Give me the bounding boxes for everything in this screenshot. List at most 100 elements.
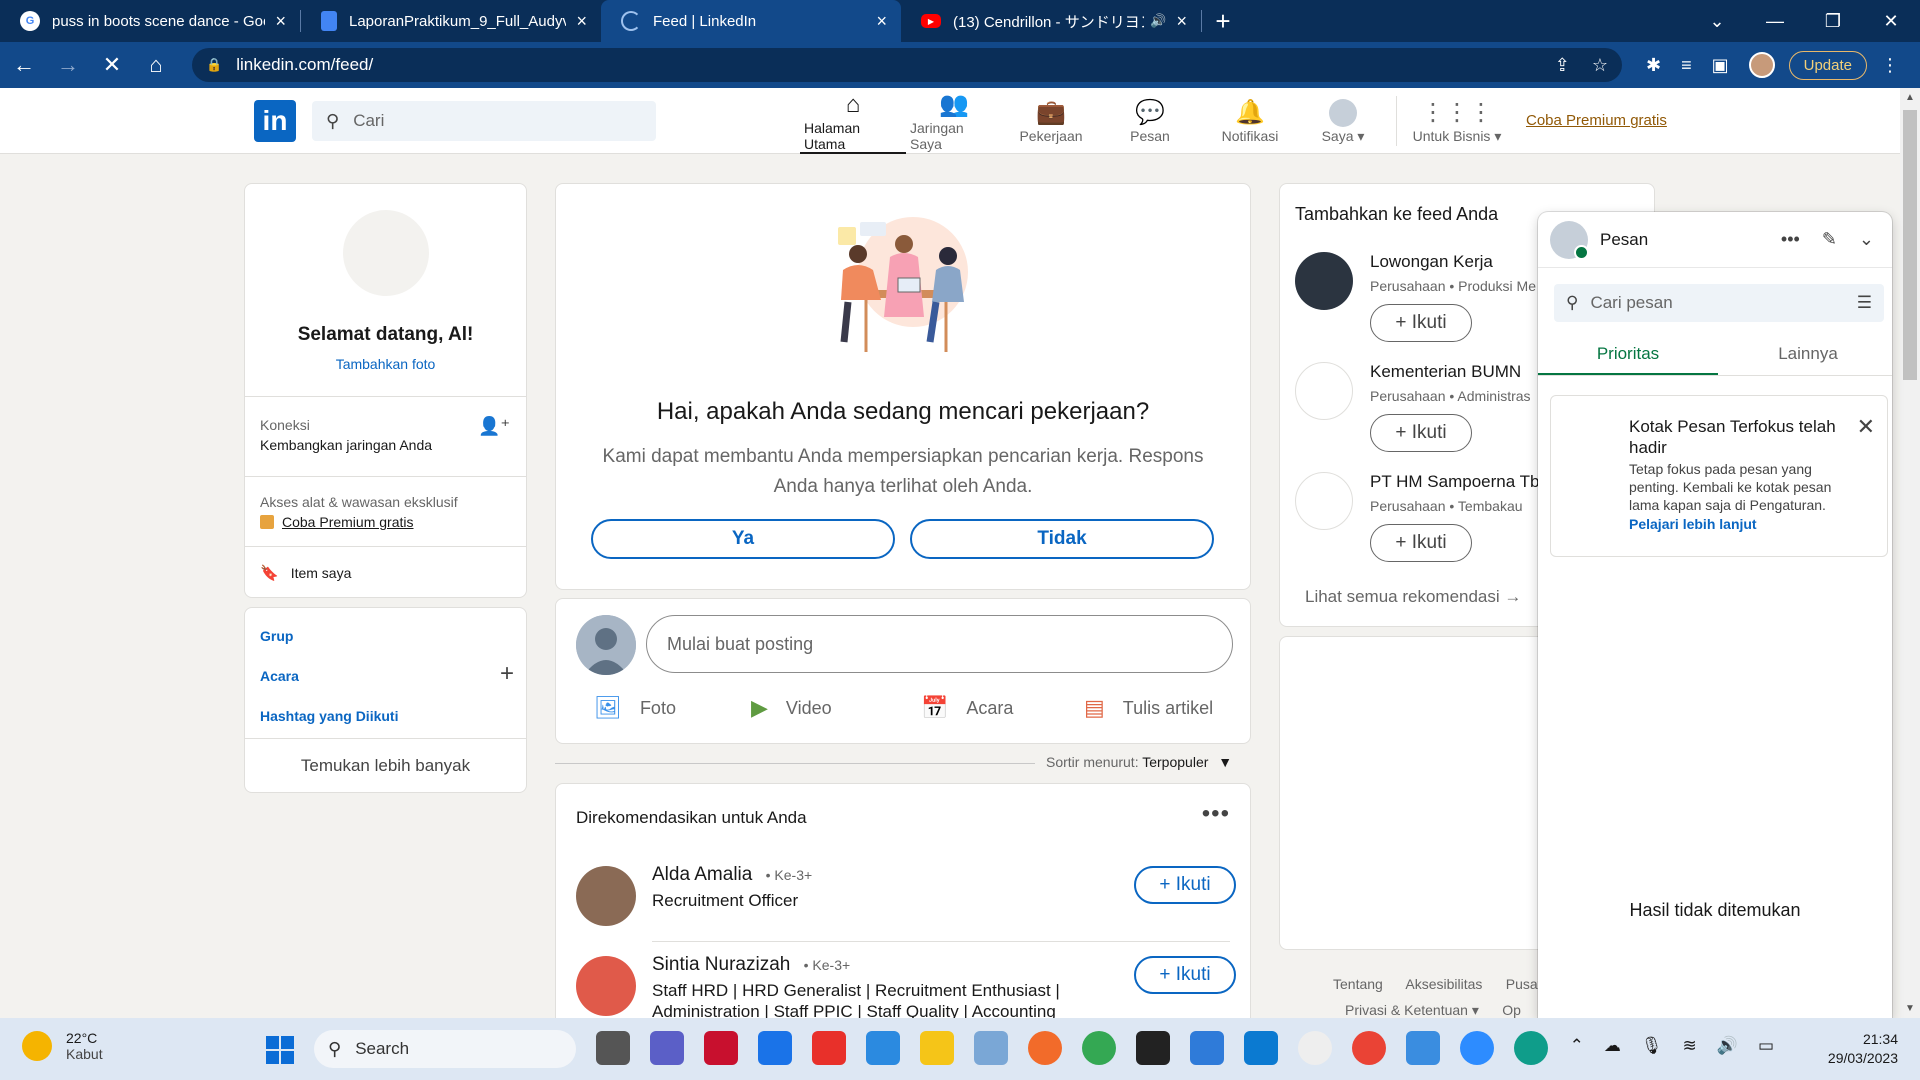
nav-jobs[interactable]: 💼 Pekerjaan	[1002, 88, 1100, 154]
scrollbar-thumb[interactable]	[1903, 110, 1917, 380]
app-blue-icon[interactable]	[866, 1031, 900, 1065]
profile-avatar-icon[interactable]	[1748, 52, 1775, 78]
forward-icon[interactable]: →	[48, 45, 88, 85]
person-avatar[interactable]	[576, 866, 636, 926]
chevron-down-icon[interactable]: ⌄	[1859, 229, 1874, 250]
follow-button[interactable]: + Ikuti	[1370, 304, 1472, 342]
start-button[interactable]	[266, 1036, 294, 1064]
photo-button[interactable]: 🖼 Foto	[594, 695, 676, 721]
home-icon[interactable]: ⌂	[136, 45, 176, 85]
microphone-icon[interactable]: 🎙	[1641, 1036, 1663, 1056]
network-warning-icon[interactable]: ☁	[1604, 1036, 1621, 1056]
write-article-button[interactable]: ▤ Tulis artikel	[1084, 695, 1213, 721]
update-button[interactable]: Update	[1788, 50, 1867, 80]
scroll-up-icon[interactable]: ▲	[1900, 92, 1920, 103]
nav-for-business[interactable]: ⋮⋮⋮ Untuk Bisnis ▾	[1407, 88, 1507, 154]
tab-search-icon[interactable]: ⌄	[1688, 11, 1746, 32]
linkedin-search-input[interactable]: ⚲ Cari	[312, 101, 656, 141]
close-window-icon[interactable]: ✕	[1862, 11, 1920, 32]
follow-button[interactable]: + Ikuti	[1370, 524, 1472, 562]
nav-home[interactable]: ⌂ Halaman Utama	[800, 88, 906, 154]
sort-dropdown[interactable]: Sortir menurut: Terpopuler ▼	[1046, 754, 1232, 770]
chrome-menu-icon[interactable]: ⋮	[1881, 55, 1899, 76]
back-icon[interactable]: ←	[4, 45, 44, 85]
tab-docs[interactable]: LaporanPraktikum_9_Full_Audyva ×	[301, 0, 601, 42]
tab-other[interactable]: Lainnya	[1718, 336, 1898, 372]
share-icon[interactable]: ⇪	[1555, 55, 1570, 76]
weather-widget[interactable]: 22°C Kabut	[22, 1030, 103, 1062]
compose-icon[interactable]: ✎	[1822, 229, 1837, 250]
minimize-icon[interactable]: —	[1746, 11, 1804, 32]
wifi-icon[interactable]: ≋	[1683, 1036, 1697, 1056]
premium-try-link[interactable]: Coba Premium gratis	[282, 514, 414, 530]
app-hex-icon[interactable]	[974, 1031, 1008, 1065]
vscode-icon[interactable]	[1244, 1031, 1278, 1065]
nav-notifications[interactable]: 🔔 Notifikasi	[1200, 88, 1300, 154]
user-avatar[interactable]	[576, 615, 636, 675]
discover-more-link[interactable]: Temukan lebih banyak	[245, 756, 526, 776]
welcome-text[interactable]: Selamat datang, Al!	[245, 324, 526, 346]
nav-me[interactable]: Saya ▾	[1300, 88, 1386, 154]
video-button[interactable]: ▶ Video	[751, 695, 832, 721]
notepad-icon[interactable]	[1406, 1031, 1440, 1065]
store-icon[interactable]	[758, 1031, 792, 1065]
clock[interactable]: 21:34 29/03/2023	[1828, 1030, 1898, 1068]
file-explorer-icon[interactable]	[920, 1031, 954, 1065]
close-tab-icon[interactable]: ×	[1176, 11, 1187, 32]
org-logo[interactable]	[1295, 362, 1353, 420]
learn-more-link[interactable]: Pelajari lebih lanjut	[1629, 516, 1757, 532]
start-post-input[interactable]: Mulai buat posting	[646, 615, 1233, 673]
chrome-icon[interactable]	[1082, 1031, 1116, 1065]
more-options-icon[interactable]: •••	[1202, 800, 1230, 828]
footer-row[interactable]: Tentang Aksesibilitas Pusat	[1333, 976, 1542, 992]
volume-icon[interactable]: 🔊	[1717, 1036, 1738, 1056]
extensions-icon[interactable]: ✱	[1646, 55, 1661, 76]
nav-messaging[interactable]: 💬 Pesan	[1100, 88, 1200, 154]
jetbrains-icon[interactable]	[1136, 1031, 1170, 1065]
connections-label[interactable]: Koneksi	[260, 417, 310, 433]
person-name[interactable]: Alda Amalia • Ke-3+	[652, 864, 812, 886]
add-event-icon[interactable]: +	[500, 660, 514, 688]
premium-link[interactable]: Coba Premium gratis	[1526, 112, 1667, 129]
media-control-icon[interactable]: ≡	[1681, 55, 1692, 76]
page-scrollbar[interactable]: ▲ ▼	[1900, 88, 1920, 1018]
no-button[interactable]: Tidak	[910, 519, 1214, 559]
linkedin-logo-icon[interactable]: in	[254, 100, 296, 142]
tab-priority[interactable]: Prioritas	[1538, 336, 1718, 376]
new-tab-button[interactable]: +	[1202, 0, 1244, 42]
org-name[interactable]: Lowongan Kerja	[1370, 252, 1493, 272]
speaker-icon[interactable]: 🔊	[1150, 13, 1166, 29]
chat-icon[interactable]	[650, 1031, 684, 1065]
tab-linkedin[interactable]: Feed | LinkedIn ×	[601, 0, 901, 42]
events-link[interactable]: Acara	[260, 668, 299, 684]
premium-promo[interactable]: Coba Premium gratis	[260, 514, 414, 530]
zoom-icon[interactable]	[1460, 1031, 1494, 1065]
add-connection-icon[interactable]: 👤⁺	[478, 416, 510, 437]
connections-text[interactable]: Kembangkan jaringan Anda	[260, 437, 432, 453]
restore-icon[interactable]: ❐	[1804, 11, 1862, 32]
lock-icon[interactable]: 🔒	[206, 57, 222, 73]
message-search-input[interactable]: ⚲ Cari pesan ☰	[1554, 284, 1884, 322]
scroll-down-icon[interactable]: ▼	[1900, 1003, 1920, 1014]
hashtags-link[interactable]: Hashtag yang Diikuti	[260, 708, 398, 724]
close-tab-icon[interactable]: ×	[876, 11, 887, 32]
footer-row[interactable]: Privasi & Ketentuan ▾ Op	[1333, 1002, 1542, 1019]
tab-google-search[interactable]: G puss in boots scene dance - Goo ×	[0, 0, 300, 42]
app-orange-icon[interactable]	[1028, 1031, 1062, 1065]
battery-icon[interactable]: ▭	[1758, 1036, 1774, 1056]
stop-loading-icon[interactable]: ✕	[92, 45, 132, 85]
org-name[interactable]: PT HM Sampoerna Tb	[1370, 472, 1539, 492]
person-name[interactable]: Sintia Nurazizah • Ke-3+	[652, 954, 850, 976]
messaging-header[interactable]: Pesan ••• ✎ ⌄	[1538, 212, 1892, 268]
task-view-icon[interactable]	[596, 1031, 630, 1065]
my-items[interactable]: 🔖 Item saya	[260, 564, 351, 582]
see-all-recommendations-link[interactable]: Lihat semua rekomendasi →	[1305, 587, 1521, 607]
org-logo[interactable]	[1295, 472, 1353, 530]
filter-icon[interactable]: ☰	[1857, 293, 1872, 313]
app-paint-icon[interactable]	[1190, 1031, 1224, 1065]
side-panel-icon[interactable]: ▣	[1712, 55, 1729, 76]
nav-network[interactable]: 👥 Jaringan Saya	[906, 88, 1002, 154]
app-red-icon[interactable]	[812, 1031, 846, 1065]
list-item[interactable]: Alda Amalia • Ke-3+ Recruitment Officer …	[576, 864, 1236, 934]
cypress-icon[interactable]	[1298, 1031, 1332, 1065]
